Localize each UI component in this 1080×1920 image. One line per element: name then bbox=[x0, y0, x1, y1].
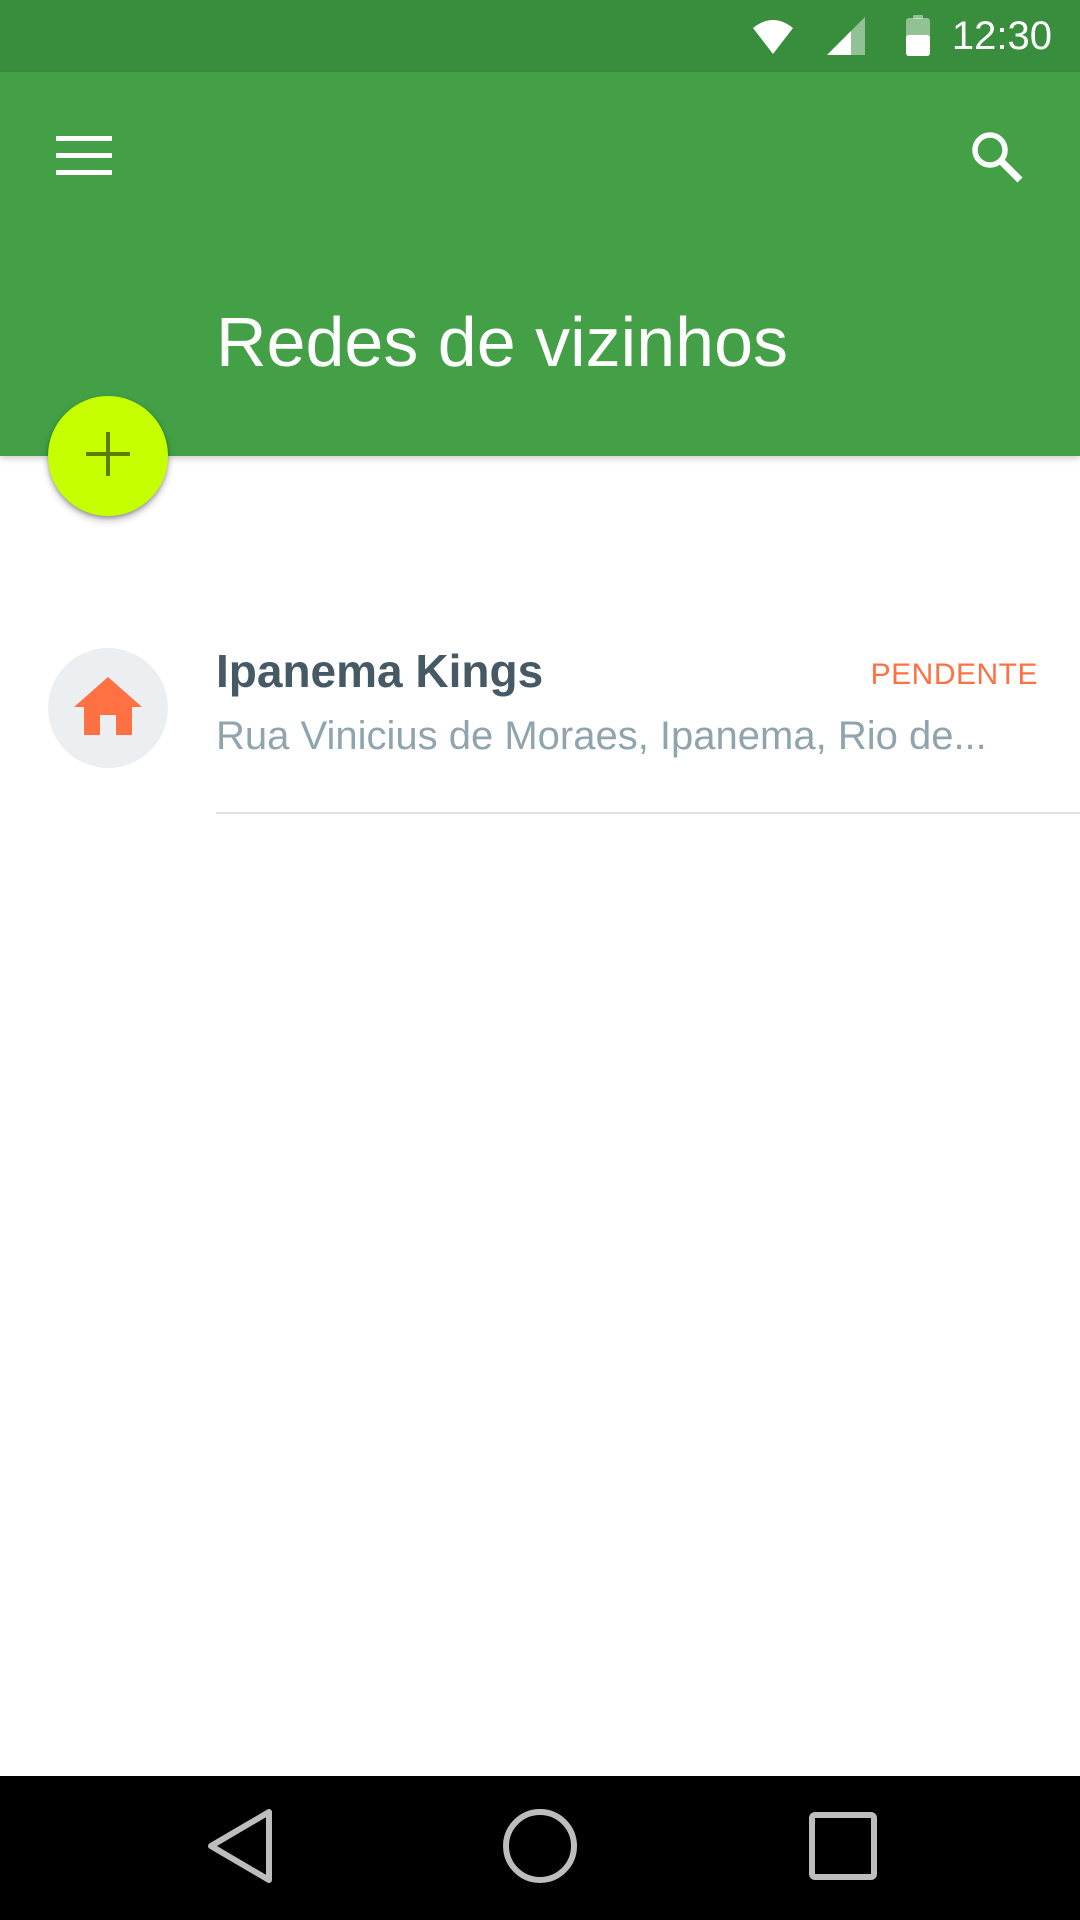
network-name: Ipanema Kings bbox=[216, 645, 544, 697]
home-button[interactable] bbox=[490, 1798, 590, 1898]
back-button[interactable] bbox=[190, 1798, 290, 1898]
back-icon bbox=[205, 1808, 275, 1889]
network-list-item[interactable]: Ipanema Kings PENDENTE Rua Vinicius de M… bbox=[0, 620, 1080, 814]
status-bar: 12:30 bbox=[0, 0, 1080, 72]
divider bbox=[216, 812, 1080, 814]
home-icon bbox=[74, 676, 142, 740]
status-badge: PENDENTE bbox=[870, 658, 1038, 691]
hamburger-menu-icon bbox=[56, 135, 112, 181]
menu-button[interactable] bbox=[40, 114, 128, 202]
add-network-button[interactable] bbox=[48, 396, 168, 516]
recents-icon bbox=[808, 1811, 878, 1886]
plus-icon bbox=[86, 431, 130, 481]
wifi-icon bbox=[748, 0, 798, 72]
avatar bbox=[48, 648, 168, 768]
screen: 12:30 Redes de vizinhos Ipanema Kings PE… bbox=[0, 0, 1080, 1920]
navigation-bar bbox=[0, 1776, 1080, 1920]
network-address: Rua Vinicius de Moraes, Ipanema, Rio de.… bbox=[216, 714, 987, 758]
page-title: Redes de vizinhos bbox=[216, 303, 788, 381]
search-button[interactable] bbox=[952, 114, 1040, 202]
status-time: 12:30 bbox=[951, 14, 1052, 58]
app-bar: Redes de vizinhos bbox=[0, 72, 1080, 456]
battery-icon bbox=[898, 0, 938, 72]
cell-signal-icon bbox=[822, 0, 870, 72]
recents-button[interactable] bbox=[793, 1798, 893, 1898]
home-circle-icon bbox=[502, 1808, 578, 1889]
search-icon bbox=[969, 129, 1023, 188]
